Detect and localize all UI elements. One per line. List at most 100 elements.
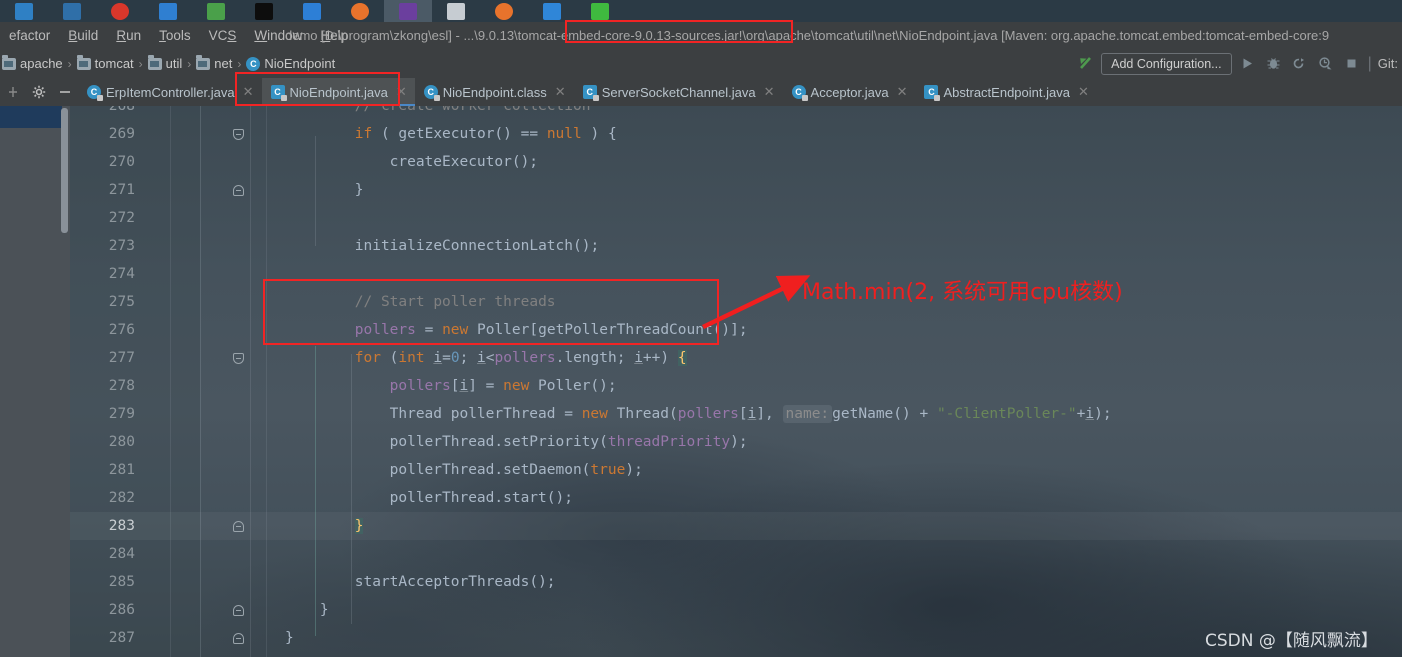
code-line-280[interactable]: 280 pollerThread.setPriority(threadPriori… <box>70 428 1402 456</box>
project-panel-selected-row[interactable] <box>0 106 62 128</box>
editor-tab-acceptor-java[interactable]: C Acceptor.java ✕ <box>783 78 916 106</box>
code-line-268[interactable]: 268 // create worker collection <box>70 106 1402 120</box>
menu-item-run[interactable]: Run <box>107 22 150 49</box>
current-line-highlight <box>200 512 1402 540</box>
code-line-269[interactable]: 269 if ( getExecutor() == null ) { <box>70 120 1402 148</box>
code-token-plain: ( <box>380 350 399 366</box>
code-line-282[interactable]: 282 pollerThread.start(); <box>70 484 1402 512</box>
project-panel-scrollbar[interactable] <box>61 108 68 233</box>
code-line-279[interactable]: 279 Thread pollerThread = new Thread(poll… <box>70 400 1402 428</box>
run-with-coverage-icon[interactable] <box>1290 54 1310 74</box>
code-token-plain: } <box>354 182 364 198</box>
fold-rail <box>250 106 251 657</box>
window-title: demo [D:\program\zkong\esl] - ...\9.0.13… <box>285 28 1330 43</box>
code-line-286[interactable]: 286} <box>70 596 1402 624</box>
code-token-plain: ] = <box>468 378 504 394</box>
app-icon-bluescreen[interactable] <box>144 0 192 22</box>
code-line-270[interactable]: 270 createExecutor(); <box>70 148 1402 176</box>
code-fold-marker[interactable] <box>233 633 244 644</box>
code-line-272[interactable]: 272 <box>70 204 1402 232</box>
code-token-plain: getName() + <box>832 406 937 422</box>
code-fold-marker[interactable] <box>233 521 244 532</box>
app-icon-tim[interactable] <box>528 0 576 22</box>
editor-tab-erpitemcontroller-java[interactable]: C ErpItemController.java ✕ <box>78 78 262 106</box>
line-number: 282 <box>108 490 135 506</box>
code-text: pollerThread.setPriority(threadPriority)… <box>390 428 748 456</box>
code-line-277[interactable]: 277 for (int i=0; i<pollers.length; i++) … <box>70 344 1402 372</box>
pin-icon[interactable] <box>0 78 26 106</box>
close-tab-icon[interactable]: ✕ <box>897 84 908 100</box>
code-line-285[interactable]: 285 startAcceptorThreads(); <box>70 568 1402 596</box>
app-icon-wechat[interactable] <box>576 0 624 22</box>
code-token-plain: < <box>485 350 495 366</box>
breadcrumb-item-label: apache <box>20 56 63 71</box>
app-icon-ubuntu[interactable] <box>336 0 384 22</box>
code-editor[interactable]: 268 // create worker collection 269 if ( ge… <box>70 106 1402 657</box>
app-icon-remote-desktop[interactable] <box>432 0 480 22</box>
code-token-plain: pollerThread.start(); <box>389 490 573 506</box>
code-fold-marker[interactable] <box>233 605 244 616</box>
lib-class-icon: C <box>582 85 599 101</box>
run-icon[interactable] <box>1238 54 1258 74</box>
breadcrumb-separator: › <box>237 56 242 71</box>
code-line-281[interactable]: 281 pollerThread.setDaemon(true); <box>70 456 1402 484</box>
profile-icon[interactable] <box>1316 54 1336 74</box>
code-token-plain: } <box>319 602 329 618</box>
code-fold-marker[interactable] <box>233 185 244 196</box>
stop-icon[interactable] <box>1342 54 1362 74</box>
code-fold-marker[interactable] <box>233 129 244 140</box>
close-tab-icon[interactable]: ✕ <box>764 84 775 100</box>
code-token-kw: new <box>581 406 608 422</box>
app-icon-opera[interactable] <box>96 0 144 22</box>
menu-item-build[interactable]: Build <box>59 22 107 49</box>
run-configuration-selector[interactable]: Add Configuration... <box>1101 52 1232 75</box>
project-panel[interactable] <box>0 106 70 657</box>
breadcrumb-separator: › <box>67 56 72 71</box>
app-icon-navicat[interactable] <box>288 0 336 22</box>
editor-tab-nioendpoint-class[interactable]: C NioEndpoint.class ✕ <box>415 78 574 106</box>
code-line-271[interactable]: 271} <box>70 176 1402 204</box>
code-token-plain: == <box>520 126 539 142</box>
editor-tab-serversocketchannel-java[interactable]: C ServerSocketChannel.java ✕ <box>574 78 783 106</box>
minimize-icon[interactable] <box>52 78 78 106</box>
breadcrumb-item-tomcat[interactable]: tomcat <box>75 54 136 71</box>
code-token-fld: pollers <box>389 378 451 394</box>
editor-tab-label: ServerSocketChannel.java <box>601 84 756 100</box>
code-line-273[interactable]: 273 initializeConnectionLatch(); <box>70 232 1402 260</box>
code-text: for (int i=0; i<pollers.length; i++) { <box>355 344 687 372</box>
app-icon-clementine[interactable] <box>480 0 528 22</box>
code-token-plain: ], <box>756 406 783 422</box>
code-line-283[interactable]: 283} <box>70 512 1402 540</box>
menu-item-efactor[interactable]: efactor <box>0 22 59 49</box>
settings-gear-icon[interactable] <box>26 78 52 106</box>
code-fold-marker[interactable] <box>233 353 244 364</box>
app-icon-bird[interactable] <box>48 0 96 22</box>
indent-guide-block-b <box>351 354 352 624</box>
code-text: startAcceptorThreads(); <box>355 568 556 596</box>
code-token-lvar: i <box>747 406 757 422</box>
update-project-icon[interactable] <box>1075 54 1095 74</box>
code-line-278[interactable]: 278 pollers[i] = new Poller(); <box>70 372 1402 400</box>
breadcrumb-item-label: util <box>165 56 183 71</box>
src-class-icon: C <box>423 85 440 101</box>
app-icon-intellij-idea[interactable] <box>384 0 432 22</box>
code-token-plain: ) { <box>581 126 617 142</box>
breadcrumb-item-nioendpoint[interactable]: C NioEndpoint <box>244 56 337 71</box>
app-icon-terminal[interactable] <box>240 0 288 22</box>
menu-item-tools[interactable]: Tools <box>150 22 200 49</box>
code-token-plain: = <box>442 350 451 366</box>
menu-item-vcs[interactable]: VCS <box>200 22 246 49</box>
editor-tab-abstractendpoint-java[interactable]: C AbstractEndpoint.java ✕ <box>915 78 1096 106</box>
breadcrumb-item-net[interactable]: net <box>194 54 234 71</box>
app-icon-editor[interactable] <box>0 0 48 22</box>
code-line-287[interactable]: 287} <box>70 624 1402 652</box>
breadcrumb-item-apache[interactable]: apache <box>0 54 65 71</box>
git-label[interactable]: Git: <box>1378 56 1398 71</box>
close-tab-icon[interactable]: ✕ <box>555 84 566 100</box>
line-number: 279 <box>108 406 135 422</box>
breadcrumb-item-util[interactable]: util <box>146 54 185 71</box>
debug-icon[interactable] <box>1264 54 1284 74</box>
close-tab-icon[interactable]: ✕ <box>1078 84 1089 100</box>
code-line-284[interactable]: 284 <box>70 540 1402 568</box>
app-icon-chart[interactable] <box>192 0 240 22</box>
